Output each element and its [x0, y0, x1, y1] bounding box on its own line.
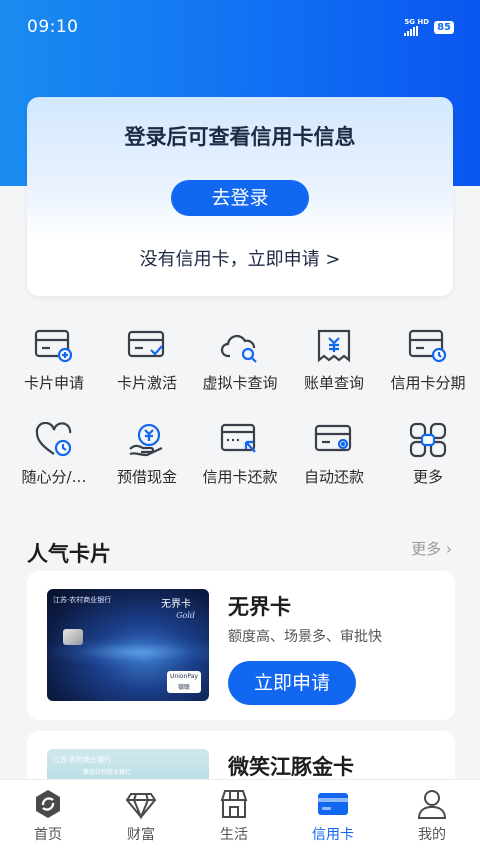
grid-item-cash-advance[interactable]: 预借现金	[99, 422, 195, 487]
bill-icon	[317, 329, 351, 363]
nav-credit-card[interactable]: 信用卡	[285, 788, 381, 844]
nav-wealth[interactable]: 财富	[93, 788, 189, 844]
grid-item-card-apply[interactable]: 卡片申请	[6, 328, 102, 393]
status-bar: 09:10 5G HD 85	[0, 0, 480, 56]
status-time: 09:10	[27, 17, 79, 37]
battery-icon: 85	[434, 21, 454, 34]
life-shop-icon	[220, 790, 248, 818]
nav-label: 我的	[418, 827, 446, 843]
grid-label: 卡片申请	[23, 374, 84, 392]
grid-item-bill[interactable]: 账单查询	[286, 328, 382, 393]
unionpay-logo: UnionPay 银联	[167, 671, 201, 693]
nav-mine[interactable]: 我的	[384, 788, 480, 844]
card-apply-icon	[34, 329, 73, 363]
grid-item-flex-pay[interactable]: 随心分/…	[6, 422, 102, 487]
wealth-diamond-icon	[125, 793, 157, 820]
login-card: 登录后可查看信用卡信息 去登录 没有信用卡，立即申请 >	[27, 97, 453, 296]
card-activate-icon	[127, 330, 165, 358]
nav-life[interactable]: 生活	[186, 788, 282, 844]
bottom-nav: 首页 财富 生活 信用卡 我的	[0, 779, 480, 853]
card-image: 江苏·农村商业银行 无界卡 Gold UnionPay 银联	[47, 589, 209, 701]
cloud-search-icon	[220, 334, 257, 363]
card-repay-icon	[220, 423, 256, 453]
grid-label: 更多	[412, 468, 443, 486]
login-title: 登录后可查看信用卡信息	[124, 125, 356, 149]
signal-icon	[404, 26, 429, 36]
grid-label: 卡片激活	[116, 374, 177, 392]
grid-item-card-activate[interactable]: 卡片激活	[99, 328, 195, 393]
apply-now-button[interactable]: 立即申请	[228, 661, 356, 705]
status-indicators: 5G HD 85	[404, 19, 454, 36]
network-indicator: 5G HD	[404, 19, 429, 36]
nav-label: 首页	[34, 827, 62, 843]
grid-item-more[interactable]: 更多	[380, 422, 476, 487]
section-title: 人气卡片	[27, 542, 111, 566]
grid-item-installment[interactable]: 信用卡分期	[380, 328, 476, 393]
cash-hand-icon	[129, 423, 163, 457]
grid-label: 随心分/…	[21, 468, 87, 486]
card-bank-name: 江苏·农村商业银行	[53, 596, 112, 604]
grid-label: 预借现金	[116, 468, 177, 486]
card-name: 无界卡	[228, 595, 291, 619]
nav-label: 财富	[127, 827, 155, 843]
grid-item-card-repay[interactable]: 信用卡还款	[192, 422, 288, 487]
heart-clock-icon	[35, 422, 72, 457]
card-bank-sub: 紫金农村商业银行	[83, 769, 132, 776]
card-installment-icon	[408, 329, 447, 363]
more-grid-icon	[409, 422, 447, 458]
home-icon	[36, 790, 60, 818]
nav-label: 生活	[220, 827, 248, 843]
login-button[interactable]: 去登录	[171, 180, 309, 216]
credit-card-icon	[318, 793, 348, 815]
nav-label: 信用卡	[312, 827, 354, 843]
card-auto-icon	[314, 424, 352, 452]
grid-label: 信用卡分期	[390, 374, 466, 392]
grid-label: 自动还款	[303, 468, 364, 486]
card-desc: 额度高、场景多、审批快	[228, 629, 382, 645]
profile-icon	[417, 790, 447, 819]
card-face-title: 无界卡	[161, 599, 191, 610]
card-item[interactable]: 江苏·农村商业银行 无界卡 Gold UnionPay 银联 无界卡 额度高、场…	[27, 571, 455, 720]
apply-card-link[interactable]: 没有信用卡，立即申请 >	[27, 245, 453, 271]
card-sparkle	[47, 637, 209, 667]
grid-label: 虚拟卡查询	[202, 374, 278, 392]
grid-item-auto-repay[interactable]: 自动还款	[286, 422, 382, 487]
card-name: 微笑江豚金卡	[228, 755, 354, 779]
grid-label: 账单查询	[303, 374, 364, 392]
grid-item-virtual-card[interactable]: 虚拟卡查询	[192, 328, 288, 393]
card-bank-name: 江苏·农村商业银行	[53, 756, 112, 764]
grid-label: 信用卡还款	[202, 468, 278, 486]
section-more-link[interactable]: 更多 ›	[411, 538, 452, 559]
card-face-sub: Gold	[176, 611, 195, 620]
nav-home[interactable]: 首页	[0, 788, 96, 844]
network-label: 5G HD	[404, 18, 430, 26]
